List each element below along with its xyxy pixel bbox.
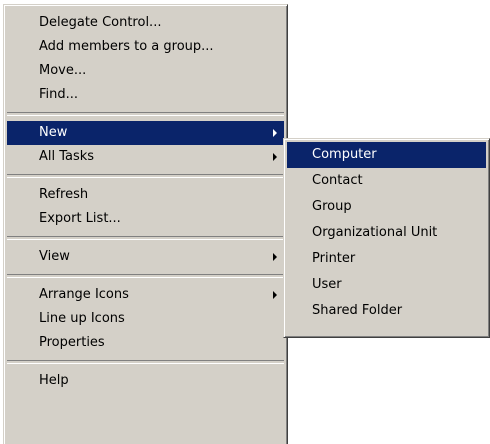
- menu-item-arrange-icons[interactable]: Arrange Icons: [7, 283, 284, 307]
- menu-item-properties[interactable]: Properties: [7, 331, 284, 355]
- menu-item-label: New: [39, 125, 68, 140]
- menu-item-export-list[interactable]: Export List...: [7, 207, 284, 231]
- menu-item-label: Add members to a group...: [39, 39, 214, 54]
- menu-item-label: Move...: [39, 63, 87, 78]
- submenu-item-user[interactable]: User: [287, 272, 486, 298]
- context-menu: Delegate Control... Add members to a gro…: [3, 4, 288, 444]
- submenu-arrow-icon: [273, 153, 277, 161]
- menu-item-delegate-control[interactable]: Delegate Control...: [7, 11, 284, 35]
- submenu-arrow-icon: [273, 291, 277, 299]
- menu-item-find[interactable]: Find...: [7, 83, 284, 107]
- menu-item-new[interactable]: New: [7, 121, 284, 145]
- menu-item-all-tasks[interactable]: All Tasks: [7, 145, 284, 169]
- submenu-item-label: Organizational Unit: [312, 225, 438, 240]
- menu-item-refresh[interactable]: Refresh: [7, 183, 284, 207]
- menu-separator: [7, 174, 284, 178]
- submenu-arrow-icon: [273, 129, 277, 137]
- menu-item-help[interactable]: Help: [7, 369, 284, 393]
- menu-separator: [7, 236, 284, 240]
- submenu-item-label: User: [312, 277, 342, 292]
- submenu-item-shared-folder[interactable]: Shared Folder: [287, 298, 486, 324]
- menu-separator: [7, 360, 284, 364]
- menu-item-label: Export List...: [39, 211, 121, 226]
- menu-item-label: Arrange Icons: [39, 287, 129, 302]
- menu-item-label: All Tasks: [39, 149, 95, 164]
- menu-item-view[interactable]: View: [7, 245, 284, 269]
- menu-item-add-members[interactable]: Add members to a group...: [7, 35, 284, 59]
- menu-item-label: Line up Icons: [39, 311, 125, 326]
- submenu-item-label: Computer: [312, 147, 377, 162]
- menu-item-label: Refresh: [39, 187, 89, 202]
- new-submenu: Computer Contact Group Organizational Un…: [283, 138, 490, 338]
- submenu-item-label: Printer: [312, 251, 356, 266]
- submenu-item-contact[interactable]: Contact: [287, 168, 486, 194]
- submenu-item-printer[interactable]: Printer: [287, 246, 486, 272]
- menu-item-label: Properties: [39, 335, 105, 350]
- menu-separator: [7, 112, 284, 116]
- menu-item-label: View: [39, 249, 70, 264]
- submenu-item-label: Contact: [312, 173, 363, 188]
- menu-item-label: Help: [39, 373, 69, 388]
- menu-item-label: Find...: [39, 87, 79, 102]
- menu-item-line-up-icons[interactable]: Line up Icons: [7, 307, 284, 331]
- submenu-item-group[interactable]: Group: [287, 194, 486, 220]
- menu-separator: [7, 274, 284, 278]
- submenu-item-label: Group: [312, 199, 352, 214]
- menu-item-move[interactable]: Move...: [7, 59, 284, 83]
- submenu-item-computer[interactable]: Computer: [287, 142, 486, 168]
- submenu-item-label: Shared Folder: [312, 303, 403, 318]
- submenu-arrow-icon: [273, 253, 277, 261]
- menu-item-label: Delegate Control...: [39, 15, 162, 30]
- submenu-item-organizational-unit[interactable]: Organizational Unit: [287, 220, 486, 246]
